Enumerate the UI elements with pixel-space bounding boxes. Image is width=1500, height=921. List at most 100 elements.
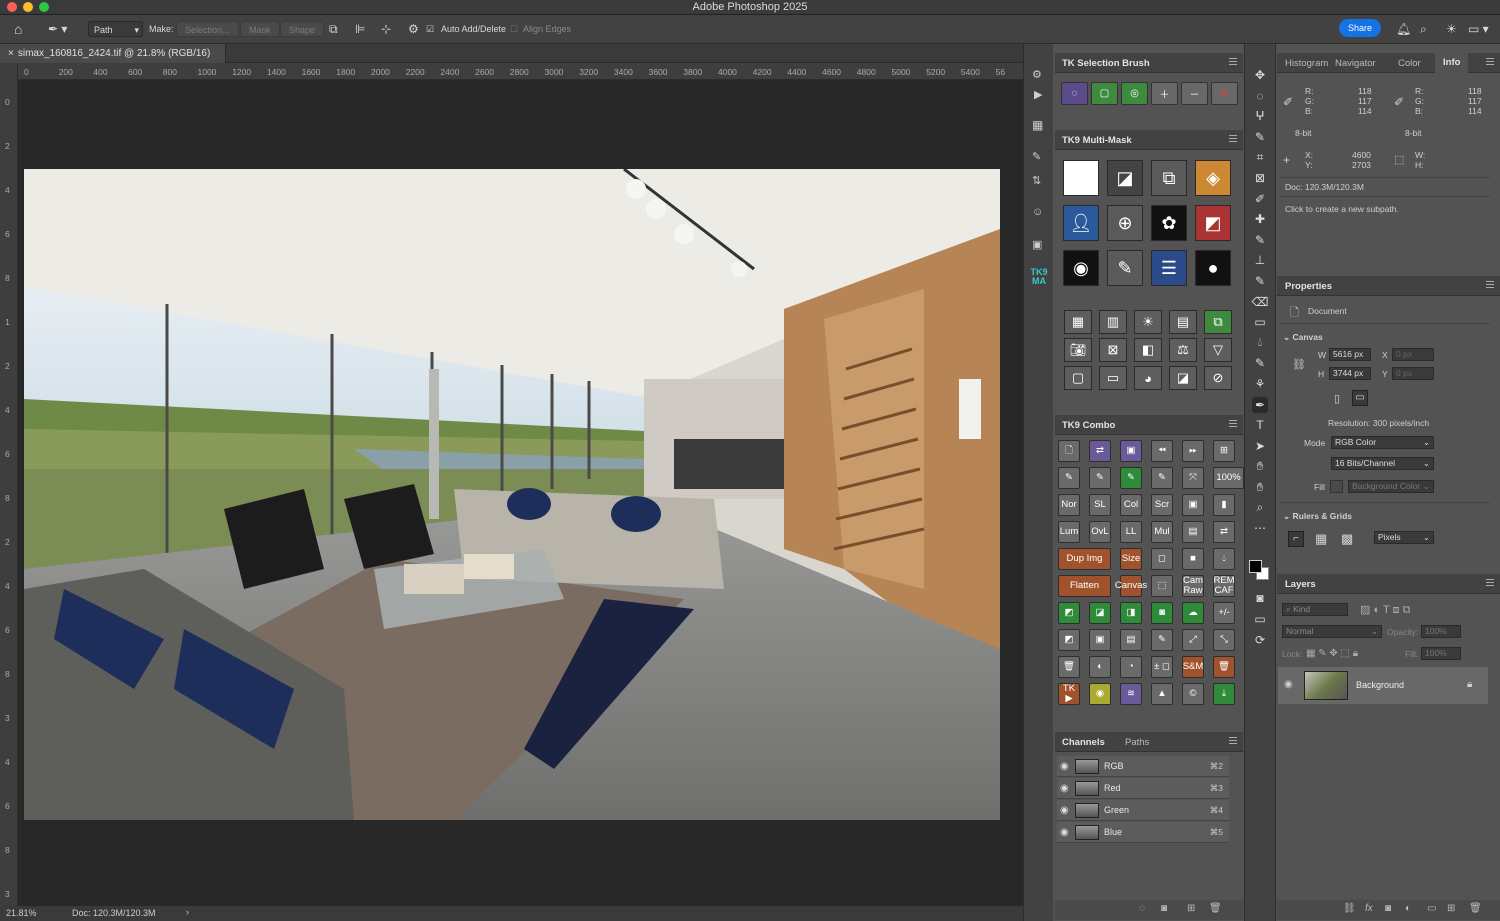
combo-icon-button-5-2[interactable]: ⬚: [1151, 575, 1173, 597]
blur-tool-icon[interactable]: 💧︎: [1252, 335, 1268, 351]
adjustments-icon[interactable]: ⇅: [1032, 174, 1041, 187]
rulers-grids-toggle[interactable]: ⌄ Rulers & Grids: [1283, 511, 1352, 522]
layer-fill-field[interactable]: 100%: [1421, 647, 1461, 660]
combo-icon-button-0-4[interactable]: ⏩︎: [1182, 440, 1204, 462]
combo-icon-button-0-1[interactable]: ⇄: [1089, 440, 1111, 462]
panel-menu-icon[interactable]: [1229, 737, 1237, 744]
canvas-height-field[interactable]: 3744 px: [1329, 367, 1371, 380]
combo-plusminus-button[interactable]: +/-: [1213, 602, 1235, 624]
combo-icon-button-9-5[interactable]: ⤓: [1213, 683, 1235, 705]
dodge-tool-icon[interactable]: ✎: [1252, 355, 1268, 371]
lock-icons[interactable]: ▦ ✎ ✥ ⬚ 🔒︎: [1306, 648, 1358, 659]
combo-icon-button-0-5[interactable]: ⊞: [1213, 440, 1235, 462]
workspace-icon[interactable]: ▭ ▾: [1468, 21, 1489, 37]
tk-selection-brush-header[interactable]: TK Selection Brush: [1055, 53, 1243, 73]
tab-navigator[interactable]: Navigator: [1335, 58, 1376, 69]
ruler-units-select[interactable]: Pixels ⌄: [1374, 531, 1434, 544]
make-selection-button[interactable]: Selection...: [176, 21, 239, 37]
document-tab[interactable]: × simax_160816_2424.tif @ 21.8% (RGB/16): [0, 44, 226, 63]
lasso-select-button[interactable]: ◌: [1061, 82, 1088, 105]
combo-hundred-button[interactable]: 100%: [1213, 467, 1244, 489]
rect-select-button[interactable]: ▢: [1091, 82, 1118, 105]
crop-tool-icon[interactable]: ⌗: [1252, 149, 1268, 165]
combo-nor-button[interactable]: Nor: [1058, 494, 1080, 516]
quick-select-tool-icon[interactable]: ✎: [1252, 129, 1268, 145]
multimask-tool-11[interactable]: ▭: [1099, 366, 1127, 390]
foreground-color-swatch[interactable]: [1249, 560, 1262, 573]
combo-icon-button-9-1[interactable]: ◉: [1089, 683, 1111, 705]
bit-depth-select[interactable]: 16 Bits/Channel ⌄: [1331, 457, 1434, 470]
eye-icon[interactable]: ◉: [1060, 761, 1069, 772]
multimask-tool-7[interactable]: ◧: [1134, 338, 1162, 362]
multimask-tool-10[interactable]: ▢: [1064, 366, 1092, 390]
discover-icon[interactable]: ☀︎: [1446, 21, 1457, 37]
canvas-y-field[interactable]: 0 px: [1392, 367, 1434, 380]
status-menu-arrow[interactable]: ›: [186, 907, 189, 917]
combo-icon-button-9-2[interactable]: ≋: [1120, 683, 1142, 705]
filter-pixel-icon[interactable]: ▨ ◐ T ⧈ ⧉: [1360, 603, 1410, 617]
zoom-level[interactable]: 21.81%: [6, 908, 37, 918]
quick-mask-icon[interactable]: ◙: [1252, 590, 1268, 606]
path-operations-icon[interactable]: ⧉: [329, 21, 338, 37]
tab-channels[interactable]: Channels: [1062, 737, 1105, 748]
new-layer-icon[interactable]: ⊞: [1447, 903, 1455, 914]
marquee-tool-icon[interactable]: ◌: [1252, 88, 1268, 104]
ellipse-select-button[interactable]: ◎: [1121, 82, 1148, 105]
healing-tool-icon[interactable]: ✚: [1252, 211, 1268, 227]
tab-color[interactable]: Color: [1398, 58, 1421, 69]
link-icon[interactable]: ⛓︎: [1292, 358, 1306, 371]
combo-camraw-button[interactable]: Cam Raw: [1182, 575, 1204, 597]
multimask-tool-5[interactable]: 📷︎: [1064, 338, 1092, 362]
combo-col-button[interactable]: Col: [1120, 494, 1142, 516]
eyedropper-icon[interactable]: ✐: [1283, 95, 1293, 109]
rotate-view-icon[interactable]: ⟳: [1252, 632, 1268, 648]
panel-menu-icon[interactable]: [1486, 579, 1494, 586]
combo-icon-button-6-4[interactable]: ☁︎: [1182, 602, 1204, 624]
combo-canvas-button[interactable]: Canvas: [1115, 575, 1147, 597]
combo-lum-button[interactable]: Lum: [1058, 521, 1080, 543]
add-mask-icon[interactable]: ◙: [1385, 903, 1391, 914]
bell-icon[interactable]: 🔔︎: [1396, 21, 1411, 37]
combo-icon-button-3-4[interactable]: ▤: [1182, 521, 1204, 543]
multimask-tool-1[interactable]: ▥: [1099, 310, 1127, 334]
canvas-area[interactable]: [18, 80, 1023, 906]
grid-panel-icon[interactable]: ▦: [1032, 118, 1043, 132]
clear-selection-button[interactable]: ⊘: [1211, 82, 1238, 105]
eyedropper-tool-icon[interactable]: ✐: [1252, 191, 1268, 207]
multimask-tool-13[interactable]: ◪: [1169, 366, 1197, 390]
panel-menu-icon[interactable]: [1229, 420, 1237, 427]
combo-icon-button-1-4[interactable]: ⤧: [1182, 467, 1204, 489]
tk9-multimask-header[interactable]: TK9 Multi-Mask: [1055, 130, 1243, 150]
multimask-tool-0[interactable]: ▦: [1064, 310, 1092, 334]
combo-sl-button[interactable]: SL: [1089, 494, 1111, 516]
combo-icon-button-7-3[interactable]: ✎: [1151, 629, 1173, 651]
hand-tool-icon[interactable]: ✋︎: [1252, 479, 1268, 495]
canvas-section-toggle[interactable]: ⌄ Canvas: [1283, 332, 1323, 343]
adjustment-layer-icon[interactable]: ◐: [1405, 903, 1411, 914]
tab-histogram[interactable]: Histogram: [1285, 58, 1328, 69]
panel-menu-icon[interactable]: [1486, 58, 1494, 65]
combo-icon-button-6-2[interactable]: ◨: [1120, 602, 1142, 624]
horizontal-ruler[interactable]: 0 200 400 600 800 1000 1200 1400 1600 1800 2000 220…: [18, 63, 1023, 80]
new-group-icon[interactable]: ▭: [1427, 903, 1436, 914]
channel-row-rgb[interactable]: ◉ RGB ⌘2: [1057, 756, 1229, 777]
combo-icon-button-8-1[interactable]: ◐: [1089, 656, 1111, 678]
combo-icon-button-6-3[interactable]: ◙: [1151, 602, 1173, 624]
multimask-tool-4[interactable]: ⧉: [1204, 310, 1232, 334]
combo-icon-button-3-5[interactable]: ⇄: [1213, 521, 1235, 543]
canvas-x-field[interactable]: 0 px: [1392, 348, 1434, 361]
pen-mode-select[interactable]: Path ▾: [88, 21, 143, 37]
multimask-tool-8[interactable]: ⚖: [1169, 338, 1197, 362]
gradient-tool-icon[interactable]: ▭: [1252, 314, 1268, 330]
multimask-button-3[interactable]: ◈: [1195, 160, 1231, 196]
actions-play-icon[interactable]: ▶: [1034, 88, 1042, 101]
canvas-fill-select[interactable]: Background Color ⌄: [1348, 480, 1434, 493]
frame-tool-icon[interactable]: ⊠: [1252, 170, 1268, 186]
combo-icon-button-4-2[interactable]: ◻: [1151, 548, 1173, 570]
combo-icon-button-7-5[interactable]: ⤡: [1213, 629, 1235, 651]
save-selection-icon[interactable]: ◙: [1161, 903, 1167, 914]
combo-tk-button[interactable]: TK ▶: [1058, 683, 1080, 705]
more-tool-icon[interactable]: ⋯: [1252, 520, 1268, 536]
path-select-tool-icon[interactable]: ➤: [1252, 438, 1268, 454]
panel-menu-icon[interactable]: [1229, 58, 1237, 65]
